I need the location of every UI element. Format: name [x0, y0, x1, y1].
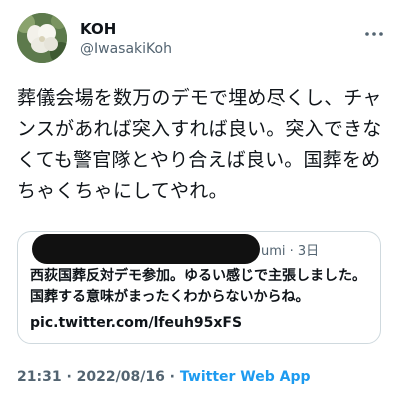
more-horizontal-icon[interactable]	[364, 24, 384, 36]
avatar[interactable]	[17, 13, 67, 63]
tweet-date[interactable]: 2022/08/16	[77, 369, 165, 385]
tweet-text: 葬儀会場を数万のデモで埋め尽くし、チャンスがあれば突入すれば良い。突入できなくて…	[17, 87, 382, 202]
tweet-time[interactable]: 21:31	[17, 369, 62, 385]
white-flower-avatar-icon	[17, 13, 67, 63]
meta-separator: ·	[61, 369, 77, 385]
quote-tweet-card[interactable]: umi · 3日 西荻国葬反対デモ参加。ゆるい感じで主張しました。国葬する意味が…	[17, 231, 381, 344]
quote-tweet-text: 西荻国葬反対デモ参加。ゆるい感じで主張しました。国葬する意味がまったくわからない…	[30, 268, 366, 305]
author-name[interactable]: KOH	[80, 20, 116, 38]
quote-media-link[interactable]: pic.twitter.com/lfeuh95xFS	[30, 313, 242, 334]
meta-separator: ·	[164, 369, 180, 385]
tweet-source[interactable]: Twitter Web App	[180, 369, 311, 385]
tweet-detail: KOH @IwasakiKoh 葬儀会場を数万のデモで埋め尽くし、チャンスがあれ…	[0, 0, 400, 401]
tweet-meta: 21:31 · 2022/08/16 · Twitter Web App	[17, 368, 311, 386]
redacted-quote-author	[32, 234, 260, 264]
quote-author-tail: umi · 3日	[261, 244, 320, 259]
author-handle[interactable]: @IwasakiKoh	[80, 40, 172, 58]
